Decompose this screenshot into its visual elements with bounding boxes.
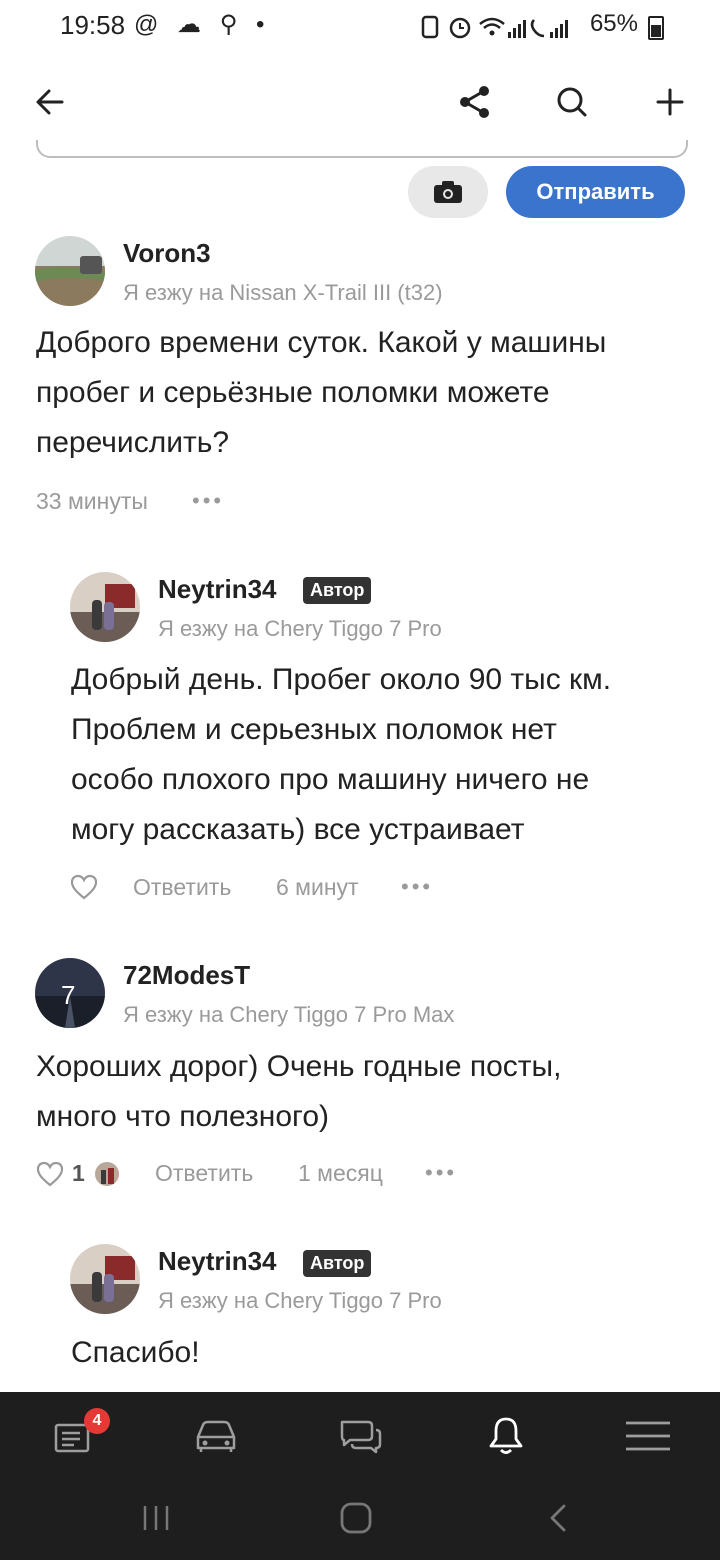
arrow-left-icon — [36, 89, 64, 115]
heart-icon — [70, 874, 98, 900]
avatar[interactable]: 7 — [35, 958, 105, 1028]
saver-icon — [421, 15, 439, 39]
like-count: 1 — [72, 1160, 85, 1186]
author-badge: Автор — [303, 1250, 372, 1277]
liker-avatar[interactable] — [95, 1162, 119, 1186]
more-options-button[interactable]: ••• — [401, 874, 433, 900]
nav-menu[interactable] — [618, 1406, 678, 1466]
like-button[interactable] — [36, 1161, 64, 1192]
status-right-icons — [421, 15, 568, 39]
nav-garage[interactable] — [186, 1406, 246, 1466]
comment-time: 1 месяц — [298, 1160, 383, 1186]
avatar-image — [35, 236, 105, 306]
chat-icon — [340, 1420, 382, 1454]
comment-car[interactable]: Я езжу на Nissan X-Trail III (t32) — [123, 280, 443, 306]
avatar[interactable] — [70, 1244, 140, 1314]
home-icon — [340, 1502, 372, 1534]
call-signal-icon — [530, 19, 545, 38]
comment-time: 33 минуты — [36, 488, 148, 514]
comment-car[interactable]: Я езжу на Chery Tiggo 7 Pro Max — [123, 1002, 454, 1028]
comment-username[interactable]: Neytrin34 — [158, 1246, 277, 1277]
comment-username[interactable]: Voron3 — [123, 238, 211, 269]
system-back-button[interactable] — [533, 1493, 583, 1543]
send-button[interactable]: Отправить — [506, 166, 685, 218]
recents-icon — [143, 1506, 169, 1530]
camera-icon — [434, 181, 462, 203]
avatar-image — [70, 1244, 140, 1314]
search-button[interactable] — [548, 78, 596, 126]
avatar-image — [95, 1162, 119, 1186]
notification-badge: 4 — [84, 1408, 110, 1434]
back-icon — [550, 1504, 566, 1532]
share-icon — [460, 86, 489, 118]
system-home-button[interactable] — [331, 1493, 381, 1543]
search-icon — [557, 87, 587, 117]
system-recents-button[interactable] — [131, 1493, 181, 1543]
plus-icon — [656, 88, 684, 116]
more-options-button[interactable]: ••• — [425, 1160, 457, 1186]
avatar-image — [70, 572, 140, 642]
bell-icon — [489, 1417, 523, 1454]
nav-notifications[interactable] — [476, 1406, 536, 1466]
status-time: 19:58 — [60, 10, 126, 40]
comment-text: Доброго времени суток. Какой у машины пр… — [36, 326, 607, 459]
status-left-icons: @ ☁ ⚲ • — [134, 11, 271, 38]
nav-messages[interactable] — [330, 1406, 390, 1466]
avatar-image: 7 — [35, 958, 105, 1028]
car-icon — [196, 1420, 236, 1452]
battery-percent: 65% — [589, 10, 638, 37]
comment-username[interactable]: Neytrin34 — [158, 574, 277, 605]
svg-text:7: 7 — [61, 980, 75, 1010]
comment-text: Хороших дорог) Очень годные посты, много… — [36, 1050, 562, 1133]
signal-icon — [508, 20, 526, 38]
comment-car[interactable]: Я езжу на Chery Tiggo 7 Pro — [158, 616, 442, 642]
more-options-button[interactable]: ••• — [192, 488, 224, 514]
comment-car[interactable]: Я езжу на Chery Tiggo 7 Pro — [158, 1288, 442, 1314]
avatar[interactable] — [70, 572, 140, 642]
comment-text: Добрый день. Пробег около 90 тыс км. Про… — [71, 663, 612, 846]
share-button[interactable] — [451, 78, 499, 126]
comment-input-edge[interactable] — [36, 140, 688, 158]
reply-button[interactable]: Ответить — [133, 874, 231, 901]
comment-username[interactable]: 72ModesT — [123, 960, 250, 991]
battery-icon — [648, 16, 664, 40]
avatar[interactable] — [35, 236, 105, 306]
comment-time: 6 минут — [276, 874, 359, 900]
add-button[interactable] — [646, 78, 694, 126]
camera-button[interactable] — [408, 166, 488, 218]
author-badge: Автор — [303, 577, 372, 604]
comment-text: Спасибо! — [71, 1336, 200, 1369]
like-button[interactable] — [70, 874, 98, 905]
heart-icon — [36, 1161, 64, 1187]
menu-icon — [626, 1421, 670, 1451]
back-button[interactable] — [26, 78, 74, 126]
reply-button[interactable]: Ответить — [155, 1160, 253, 1187]
